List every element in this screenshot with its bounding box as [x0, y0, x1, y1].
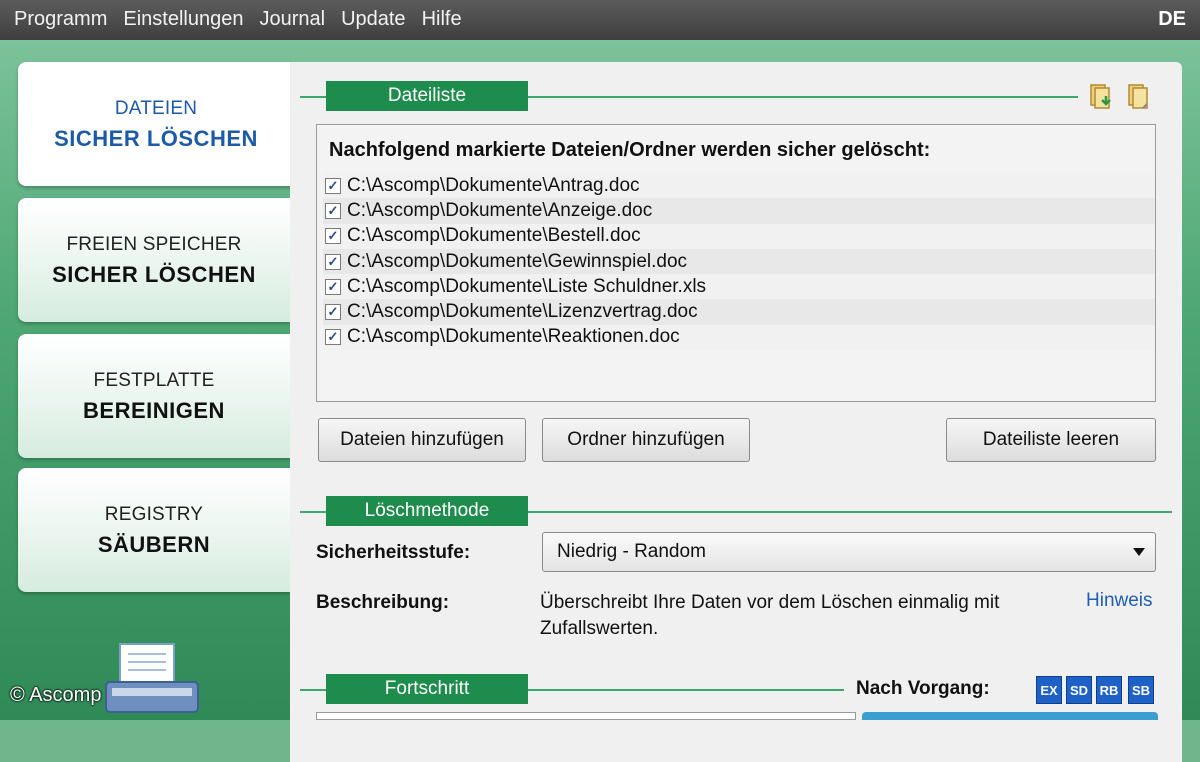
- language-selector[interactable]: DE: [1158, 0, 1186, 40]
- menu-hilfe[interactable]: Hilfe: [414, 0, 470, 40]
- option-sb-button[interactable]: SB: [1128, 676, 1154, 704]
- shredder-icon: [105, 643, 199, 713]
- file-path: C:\Ascomp\Dokumente\Anzeige.doc: [347, 199, 653, 221]
- start-button[interactable]: [862, 712, 1158, 720]
- menu-programm[interactable]: Programm: [0, 0, 115, 40]
- section-divider: [528, 96, 1078, 98]
- section-title-dateiliste: Dateiliste: [326, 81, 528, 111]
- clear-list-button[interactable]: Dateiliste leeren: [946, 418, 1156, 462]
- section-divider: [300, 511, 326, 513]
- section-divider: [300, 689, 326, 691]
- section-divider: [528, 689, 844, 691]
- after-process-label: Nach Vorgang:: [856, 678, 990, 699]
- chevron-down-icon: [1133, 548, 1145, 556]
- list-item[interactable]: ✓ C:\Ascomp\Dokumente\Lizenzvertrag.doc: [323, 299, 1155, 325]
- sidebar-item-line1: FESTPLATTE: [93, 370, 215, 391]
- file-list-heading: Nachfolgend markierte Dateien/Ordner wer…: [329, 139, 931, 161]
- list-item[interactable]: ✓ C:\Ascomp\Dokumente\Bestell.doc: [323, 223, 1155, 249]
- menu-bar: Programm Einstellungen Journal Update Hi…: [0, 0, 1200, 40]
- file-checkbox[interactable]: ✓: [325, 329, 341, 346]
- description-label: Beschreibung:: [316, 592, 450, 613]
- sidebar-item-line1: DATEIEN: [114, 98, 198, 119]
- menu-update[interactable]: Update: [333, 0, 414, 40]
- progress-bar: [316, 712, 856, 720]
- export-list-icon[interactable]: [1126, 82, 1152, 110]
- security-level-label: Sicherheitsstufe:: [316, 542, 471, 563]
- file-path: C:\Ascomp\Dokumente\Lizenzvertrag.doc: [347, 301, 698, 323]
- sidebar-item-line1: FREIEN SPEICHER: [66, 234, 242, 255]
- section-divider: [528, 511, 1172, 513]
- sidebar-item-line2: BEREINIGEN: [83, 398, 225, 423]
- file-checkbox[interactable]: ✓: [325, 177, 341, 194]
- menu-journal[interactable]: Journal: [251, 0, 333, 40]
- sidebar-item-festplatte-bereinigen[interactable]: FESTPLATTE BEREINIGEN: [18, 334, 290, 458]
- file-list-box[interactable]: Nachfolgend markierte Dateien/Ordner wer…: [316, 124, 1156, 402]
- file-list: ✓ C:\Ascomp\Dokumente\Antrag.doc ✓ C:\Asco…: [323, 173, 1155, 351]
- security-level-select[interactable]: Niedrig - Random: [542, 532, 1156, 572]
- list-item[interactable]: ✓ C:\Ascomp\Dokumente\Gewinnspiel.doc: [323, 248, 1155, 275]
- option-rb-button[interactable]: RB: [1096, 676, 1122, 704]
- section-title-fortschritt: Fortschritt: [326, 674, 528, 704]
- file-path: C:\Ascomp\Dokumente\Reaktionen.doc: [347, 326, 680, 348]
- sidebar-item-line1: REGISTRY: [104, 504, 204, 525]
- sidebar-item-line2: SICHER LÖSCHEN: [52, 262, 256, 287]
- section-title-loeschmethode: Löschmethode: [326, 496, 528, 526]
- file-checkbox[interactable]: ✓: [325, 253, 341, 270]
- file-checkbox[interactable]: ✓: [325, 278, 341, 295]
- menu-einstellungen[interactable]: Einstellungen: [115, 0, 251, 40]
- sidebar-item-line2: SÄUBERN: [97, 532, 211, 557]
- description-text: Überschreibt Ihre Daten vor dem Löschen …: [540, 592, 1000, 639]
- file-checkbox[interactable]: ✓: [325, 202, 341, 219]
- section-divider: [300, 96, 326, 98]
- file-path: C:\Ascomp\Dokumente\Liste Schuldner.xls: [347, 275, 707, 297]
- hint-link[interactable]: Hinweis: [1086, 590, 1153, 612]
- option-ex-button[interactable]: EX: [1036, 676, 1062, 704]
- sidebar-item-speicher-loeschen[interactable]: FREIEN SPEICHER SICHER LÖSCHEN: [18, 198, 290, 322]
- list-item[interactable]: ✓ C:\Ascomp\Dokumente\Antrag.doc: [323, 173, 1155, 199]
- file-checkbox[interactable]: ✓: [325, 304, 341, 321]
- sidebar-item-line2: SICHER LÖSCHEN: [54, 126, 258, 151]
- list-item[interactable]: ✓ C:\Ascomp\Dokumente\Anzeige.doc: [323, 198, 1155, 224]
- file-path: C:\Ascomp\Dokumente\Antrag.doc: [347, 174, 640, 196]
- sidebar-item-dateien-loeschen[interactable]: DATEIEN SICHER LÖSCHEN: [18, 62, 294, 186]
- add-folder-button[interactable]: Ordner hinzufügen: [542, 418, 750, 462]
- add-files-button[interactable]: Dateien hinzufügen: [318, 418, 526, 462]
- import-list-icon[interactable]: [1088, 82, 1114, 110]
- security-level-value: Niedrig - Random: [557, 541, 706, 562]
- file-checkbox[interactable]: ✓: [325, 228, 341, 245]
- copyright-text: © Ascomp: [10, 684, 102, 706]
- sidebar-item-registry-saeubern[interactable]: REGISTRY SÄUBERN: [18, 468, 290, 592]
- file-path: C:\Ascomp\Dokumente\Gewinnspiel.doc: [347, 250, 688, 272]
- list-item[interactable]: ✓ C:\Ascomp\Dokumente\Liste Schuldner.xls: [323, 274, 1155, 300]
- file-path: C:\Ascomp\Dokumente\Bestell.doc: [347, 225, 641, 247]
- list-item[interactable]: ✓ C:\Ascomp\Dokumente\Reaktionen.doc: [323, 324, 1155, 351]
- option-sd-button[interactable]: SD: [1066, 676, 1092, 704]
